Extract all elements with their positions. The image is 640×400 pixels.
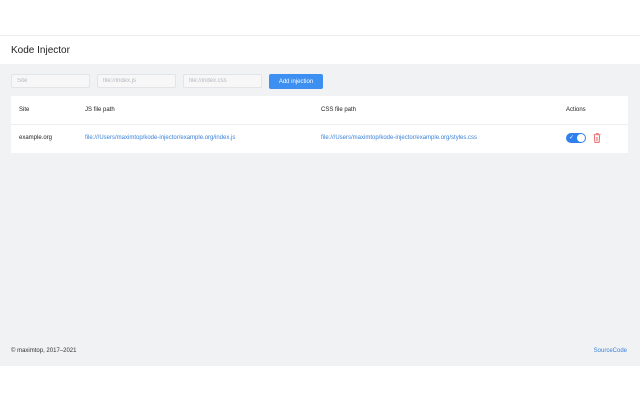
app-header: Kode Injector: [0, 36, 640, 64]
source-code-link[interactable]: SourceCode: [594, 348, 627, 354]
check-icon: ✓: [569, 135, 575, 141]
header-css-path: CSS file path: [321, 107, 357, 113]
table-row: example.org file:///Users/maximtop/kode-…: [11, 125, 628, 153]
injections-table: Site JS file path CSS file path Actions …: [11, 96, 628, 153]
toggle-knob: [577, 134, 585, 142]
header-js-path: JS file path: [85, 107, 115, 113]
trash-icon[interactable]: [593, 133, 601, 143]
row-site: example.org: [19, 135, 53, 141]
row-js-path-link[interactable]: file:///Users/maximtop/kode-injector/exa…: [85, 135, 235, 141]
copyright-text: © maximtop, 2017–2021: [11, 348, 77, 354]
add-injection-form: Add injection: [0, 64, 640, 96]
footer: © maximtop, 2017–2021 SourceCode: [0, 344, 640, 360]
top-margin: [0, 0, 640, 35]
site-input[interactable]: [11, 74, 90, 88]
main-area: Add injection Site JS file path CSS file…: [0, 64, 640, 366]
table-header: Site JS file path CSS file path Actions: [11, 96, 628, 125]
header-site: Site: [19, 107, 30, 113]
bottom-margin: [0, 366, 640, 400]
enable-toggle[interactable]: ✓: [566, 133, 586, 143]
js-path-input[interactable]: [97, 74, 176, 88]
css-path-input[interactable]: [183, 74, 262, 88]
app-title: Kode Injector: [11, 45, 70, 56]
add-injection-button[interactable]: Add injection: [269, 74, 323, 89]
header-actions: Actions: [566, 107, 586, 113]
row-css-path-link[interactable]: file:///Users/maximtop/kode-injector/exa…: [321, 135, 477, 141]
